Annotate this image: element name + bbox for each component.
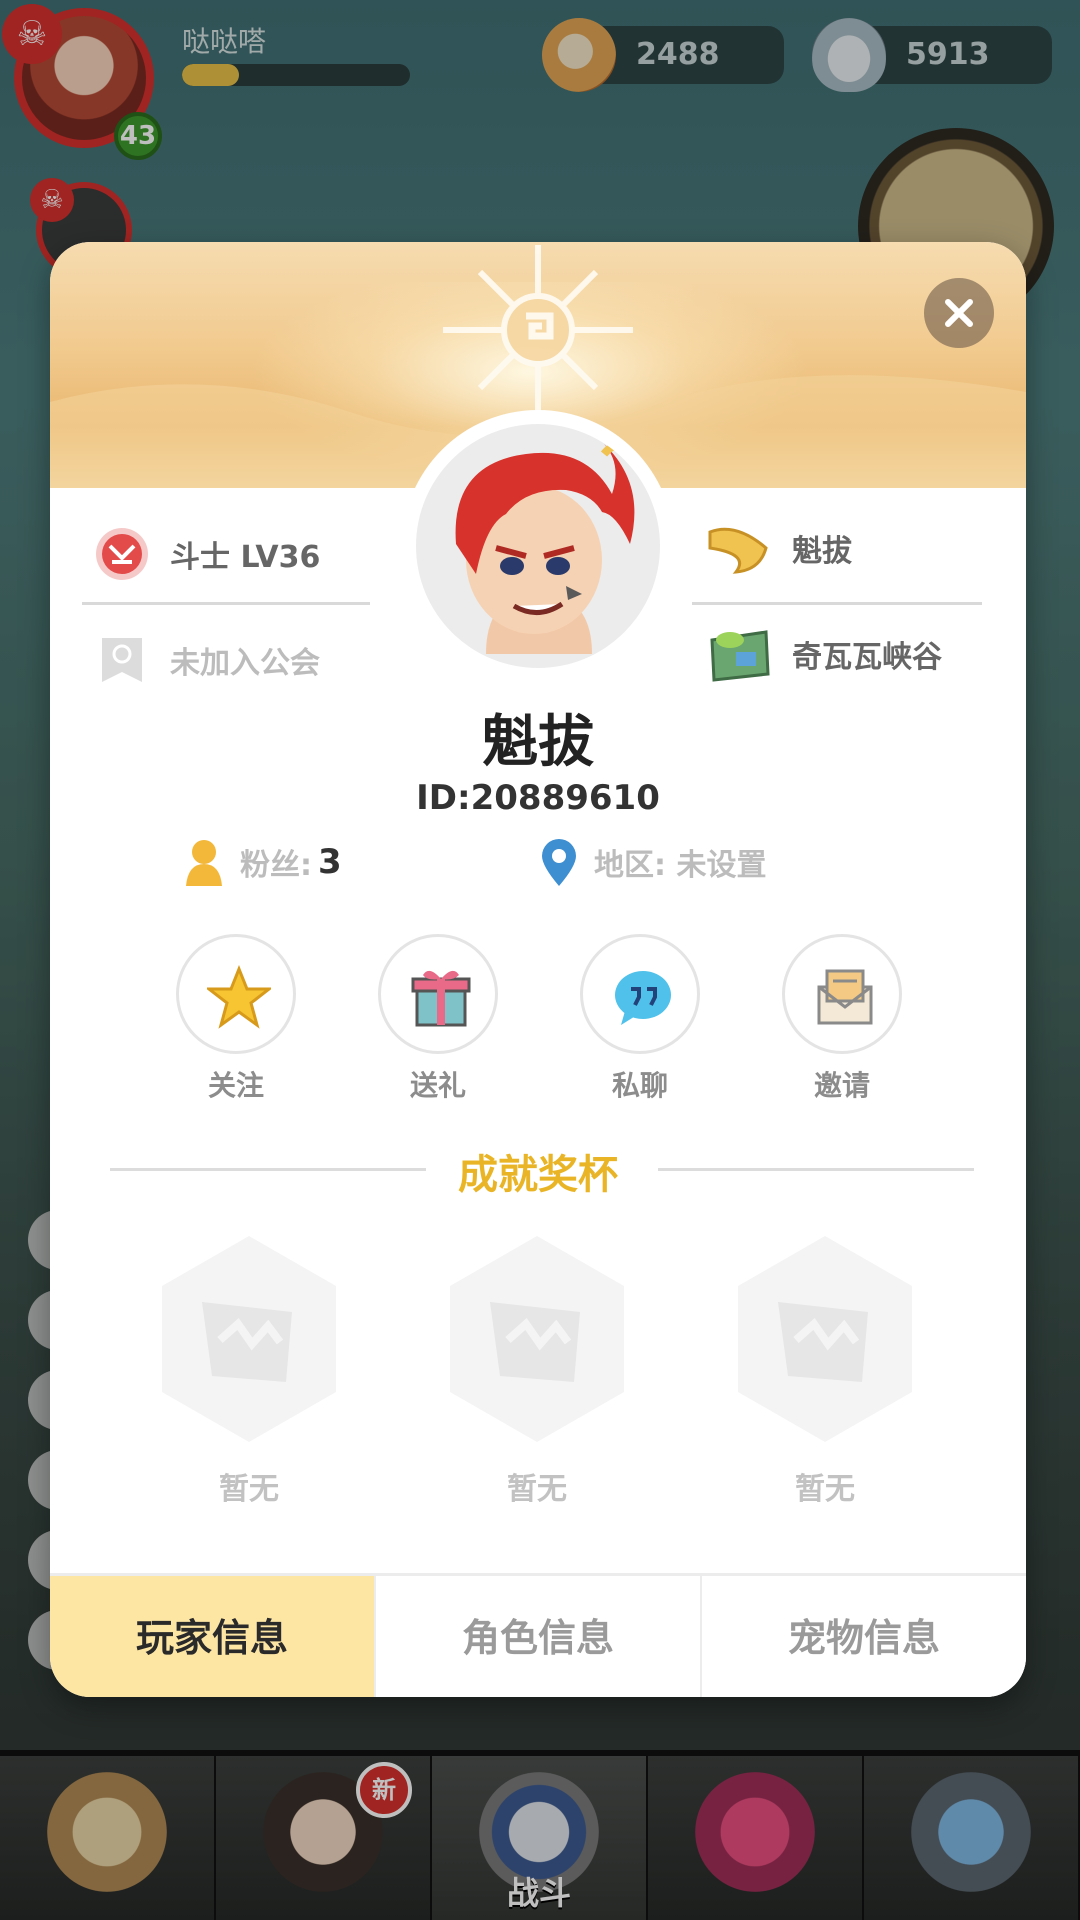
- follow-circle: [176, 934, 296, 1054]
- player-portrait: [455, 441, 635, 654]
- trophy-empty-label: 暂无: [507, 1472, 567, 1507]
- empty-trophy-icon: [450, 1236, 624, 1442]
- empty-trophy-icon: [162, 1236, 336, 1442]
- chat-button[interactable]: 私聊: [580, 934, 700, 1104]
- gift-icon: [411, 970, 471, 1027]
- horn-icon: [708, 527, 768, 574]
- trophy-empty-label: 暂无: [219, 1472, 279, 1507]
- map-location-icon: [710, 630, 770, 682]
- trophy-slot[interactable]: 暂无: [154, 1232, 344, 1508]
- title-text: 魁拔: [792, 534, 852, 569]
- tab-role-info[interactable]: 角色信息: [376, 1576, 702, 1697]
- chat-label: 私聊: [611, 1069, 668, 1102]
- gift-button[interactable]: 送礼: [378, 934, 498, 1104]
- guild-row[interactable]: 未加入公会: [94, 630, 320, 690]
- player-id: ID:20889610: [416, 778, 660, 818]
- empty-trophy-icon: [738, 1236, 912, 1442]
- guild-text: 未加入公会: [170, 646, 320, 681]
- fans-stat: 粉丝: 3: [182, 832, 342, 892]
- divider: [658, 1168, 974, 1171]
- player-avatar-ring: [402, 410, 674, 682]
- player-avatar[interactable]: [416, 424, 660, 668]
- player-profile-modal: 斗士 LV36 未加入公会 魁拔 奇瓦瓦峡谷 魁拔 ID:20889610 粉丝…: [50, 242, 1026, 1697]
- title-row: 魁拔: [706, 518, 852, 578]
- location-pin-icon: [542, 839, 576, 886]
- profile-tabs: 玩家信息 角色信息 宠物信息: [50, 1573, 1026, 1697]
- trophy-slot[interactable]: 暂无: [442, 1232, 632, 1508]
- fans-person-icon: [186, 840, 222, 886]
- gift-circle: [378, 934, 498, 1054]
- invite-circle: [782, 934, 902, 1054]
- chat-circle: [580, 934, 700, 1054]
- fans-count: 3: [318, 842, 342, 882]
- close-button[interactable]: [924, 278, 994, 348]
- fans-label: 粉丝:: [240, 848, 312, 883]
- achievements-title: 成就奖杯: [458, 1152, 618, 1198]
- chat-bubble-icon: [615, 971, 671, 1025]
- map-row[interactable]: 奇瓦瓦峡谷: [706, 624, 942, 684]
- trophy-slot[interactable]: 暂无: [730, 1232, 920, 1508]
- follow-button[interactable]: 关注: [176, 934, 296, 1104]
- envelope-icon: [817, 969, 873, 1025]
- class-level-row: 斗士 LV36: [94, 524, 320, 584]
- invite-label: 邀请: [813, 1069, 870, 1102]
- region-stat: 地区: 未设置: [538, 832, 766, 892]
- player-name: 魁拔: [482, 710, 594, 775]
- guild-banner-icon: [102, 638, 142, 682]
- trophy-empty-label: 暂无: [795, 1472, 855, 1507]
- region-text: 地区: 未设置: [594, 848, 767, 883]
- fighter-class-icon: [96, 528, 148, 580]
- class-level-text: 斗士 LV36: [170, 540, 321, 575]
- gift-label: 送礼: [409, 1069, 466, 1102]
- map-text: 奇瓦瓦峡谷: [792, 640, 942, 675]
- invite-button[interactable]: 邀请: [782, 934, 902, 1104]
- close-icon: [945, 299, 973, 327]
- follow-label: 关注: [207, 1069, 264, 1102]
- divider: [82, 602, 370, 605]
- tab-player-info[interactable]: 玩家信息: [50, 1576, 376, 1697]
- star-icon: [207, 965, 271, 1029]
- divider: [692, 602, 982, 605]
- tab-pet-info[interactable]: 宠物信息: [702, 1576, 1026, 1697]
